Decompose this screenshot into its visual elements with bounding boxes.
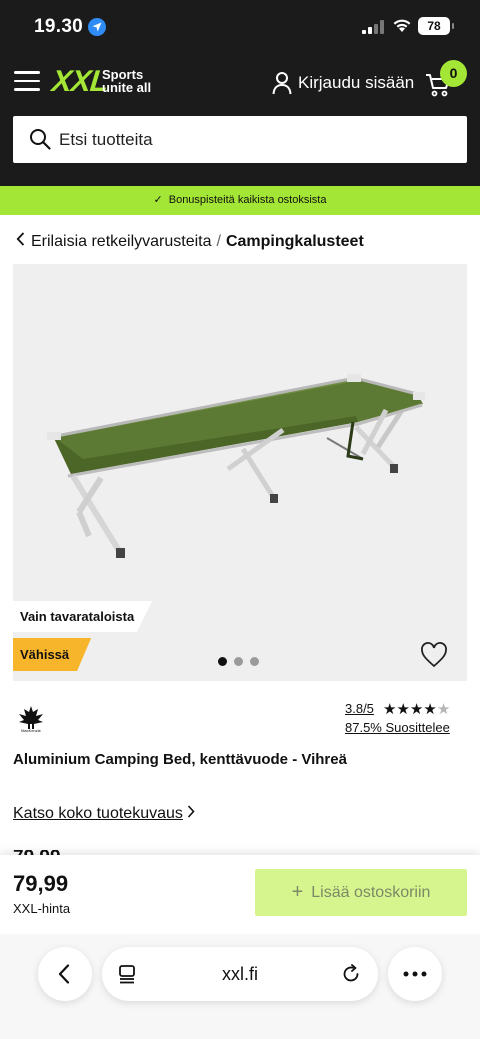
chevron-left-icon [58, 964, 70, 984]
address-bar[interactable]: xxl.fi [102, 947, 378, 1001]
price-label: XXL-hinta [13, 901, 71, 916]
breadcrumb: Erilaisia retkeilyvarusteita / Campingkalu… [16, 232, 364, 252]
pagination-dot[interactable] [250, 657, 259, 666]
breadcrumb-current[interactable]: Campingkalusteet [226, 233, 364, 250]
recommend-percent[interactable]: 87.5% Suosittelee [345, 720, 450, 735]
stock-badge: Vain tavarataloista [13, 601, 153, 632]
star-icon: ★ [423, 701, 437, 718]
pagination-dot[interactable] [234, 657, 243, 666]
chevron-right-icon [187, 805, 195, 818]
more-dots-icon [403, 971, 427, 977]
logo-tagline: Sports unite all [102, 67, 152, 95]
add-to-cart-button[interactable]: + Lisää ostoskoriin [255, 869, 467, 916]
star-icon: ★ [383, 701, 397, 718]
rating-value[interactable]: 3.8/5 [345, 701, 374, 716]
login-link[interactable]: Kirjaudu sisään [298, 73, 414, 93]
cart-count-badge[interactable]: 0 [440, 60, 467, 87]
product-title: Aluminium Camping Bed, kenttävuode - Vih… [13, 751, 347, 768]
logo-wordmark: XXL [50, 65, 110, 98]
url-text[interactable]: xxl.fi [102, 947, 378, 1001]
buy-bar: 79,99 XXL-hinta + Lisää ostoskoriin [0, 855, 480, 934]
pagination-dot[interactable] [218, 657, 227, 666]
location-arrow-icon [88, 18, 106, 36]
search-bar[interactable] [13, 116, 467, 163]
favorite-heart-icon[interactable] [420, 642, 448, 668]
product-image-gallery[interactable]: Vain tavarataloista Vähissä [13, 264, 467, 681]
price: 79,99 [13, 871, 69, 896]
star-icon: ★ [436, 701, 451, 718]
bonus-banner: ✓ Bonuspisteitä kaikista ostoksista [0, 186, 480, 215]
image-pagination[interactable] [218, 653, 266, 671]
user-icon[interactable] [272, 71, 292, 95]
chevron-left-icon[interactable] [16, 232, 25, 246]
search-icon [30, 129, 51, 150]
site-header: XXL Sports unite all Kirjaudu sisään 0 [0, 54, 480, 186]
breadcrumb-parent-link[interactable]: Erilaisia retkeilyvarusteita [31, 233, 212, 250]
battery-indicator: 78 [418, 17, 454, 35]
reload-icon[interactable] [341, 964, 361, 984]
plus-icon: + [291, 881, 304, 903]
star-icon: ★ [409, 701, 424, 718]
status-time: 19.30 [34, 16, 84, 37]
star-icon: ★ [396, 701, 410, 718]
check-icon: ✓ [153, 194, 163, 206]
browser-toolbar: xxl.fi [0, 934, 480, 1039]
description-link[interactable]: Katso koko tuotekuvaus [13, 805, 195, 823]
browser-back-button[interactable] [38, 947, 92, 1001]
wifi-icon [393, 19, 411, 32]
status-bar: 19.30 78 [0, 0, 480, 54]
rating-stars[interactable]: ★★★★★ [383, 700, 450, 718]
menu-icon[interactable] [14, 71, 40, 91]
breadcrumb-separator: / [216, 233, 221, 250]
cellular-signal-icon [362, 20, 384, 34]
brand-logo-lettering: MacKenzie [21, 728, 41, 733]
search-input[interactable] [57, 116, 453, 163]
bonus-banner-text: Bonuspisteitä kaikista ostoksista [168, 194, 327, 206]
more-options-button[interactable] [388, 947, 442, 1001]
